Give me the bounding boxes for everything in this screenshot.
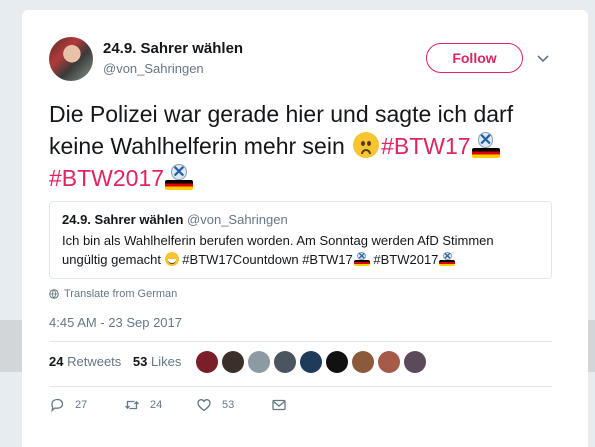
likes-label: Likes bbox=[151, 354, 182, 369]
likes-stat[interactable]: 53 Likes bbox=[133, 354, 181, 369]
liker-avatar[interactable] bbox=[404, 351, 426, 373]
chevron-down-icon[interactable] bbox=[535, 50, 551, 66]
liker-avatar[interactable] bbox=[248, 351, 270, 373]
reply-count: 27 bbox=[75, 399, 88, 411]
ballot-flag-icon bbox=[471, 132, 500, 158]
globe-icon bbox=[49, 289, 59, 299]
message-action[interactable] bbox=[271, 397, 297, 413]
liker-avatar[interactable] bbox=[300, 351, 322, 373]
liker-avatar[interactable] bbox=[196, 351, 218, 373]
liker-avatars bbox=[196, 351, 430, 373]
display-name[interactable]: 24.9. Sahrer wählen bbox=[103, 40, 243, 57]
ballot-flag-icon bbox=[439, 252, 456, 266]
user-handle[interactable]: @von_Sahringen bbox=[103, 61, 204, 76]
like-count: 53 bbox=[222, 399, 235, 411]
heart-icon bbox=[197, 399, 211, 412]
quoted-display-name: 24.9. Sahrer wählen bbox=[62, 212, 184, 227]
liker-avatar[interactable] bbox=[222, 351, 244, 373]
quoted-hashtag-btw2017: #BTW2017 bbox=[369, 252, 439, 267]
liker-avatar[interactable] bbox=[326, 351, 348, 373]
liker-avatar[interactable] bbox=[352, 351, 374, 373]
liker-avatar[interactable] bbox=[378, 351, 400, 373]
ballot-flag-icon bbox=[165, 164, 194, 190]
quoted-tweet[interactable]: 24.9. Sahrer wählen @von_Sahringen Ich b… bbox=[49, 201, 552, 279]
retweet-icon bbox=[125, 400, 139, 410]
timestamp[interactable]: 4:45 AM - 23 Sep 2017 bbox=[49, 315, 182, 330]
quoted-hashtags: #BTW17Countdown #BTW17 bbox=[178, 252, 353, 267]
retweet-action[interactable]: 24 bbox=[124, 397, 196, 413]
divider bbox=[49, 386, 552, 387]
translate-label: Translate from German bbox=[64, 288, 178, 300]
tweet-text: Die Polizei war gerade hier und sagte ic… bbox=[49, 98, 569, 194]
tweet-card: 24.9. Sahrer wählen @von_Sahringen Follo… bbox=[22, 10, 588, 447]
like-action[interactable]: 53 bbox=[196, 397, 271, 413]
tweet-stats: 24 Retweets 53 Likes bbox=[49, 354, 189, 369]
retweets-count: 24 bbox=[49, 354, 64, 369]
avatar[interactable] bbox=[49, 37, 93, 81]
retweets-label: Retweets bbox=[67, 354, 122, 369]
follow-button[interactable]: Follow bbox=[426, 43, 523, 73]
quoted-handle: @von_Sahringen bbox=[187, 212, 288, 227]
hashtag-btw2017[interactable]: #BTW2017 bbox=[49, 165, 164, 191]
retweets-stat[interactable]: 24 Retweets bbox=[49, 354, 121, 369]
ballot-flag-icon bbox=[353, 252, 370, 266]
divider bbox=[49, 341, 552, 342]
liker-avatar[interactable] bbox=[274, 351, 296, 373]
quoted-text: Ich bin als Wahlhelferin berufen worden.… bbox=[62, 231, 539, 269]
hashtag-btw17[interactable]: #BTW17 bbox=[381, 133, 470, 159]
translate-link[interactable]: Translate from German bbox=[49, 288, 177, 300]
retweet-count: 24 bbox=[150, 399, 163, 411]
sad-face-icon bbox=[353, 132, 380, 158]
likes-count: 53 bbox=[132, 354, 148, 369]
reply-icon bbox=[51, 398, 64, 413]
grinning-face-icon bbox=[164, 252, 179, 266]
reply-action[interactable]: 27 bbox=[49, 397, 124, 413]
tweet-actions: 27 24 53 bbox=[49, 397, 297, 413]
envelope-icon bbox=[272, 399, 286, 411]
